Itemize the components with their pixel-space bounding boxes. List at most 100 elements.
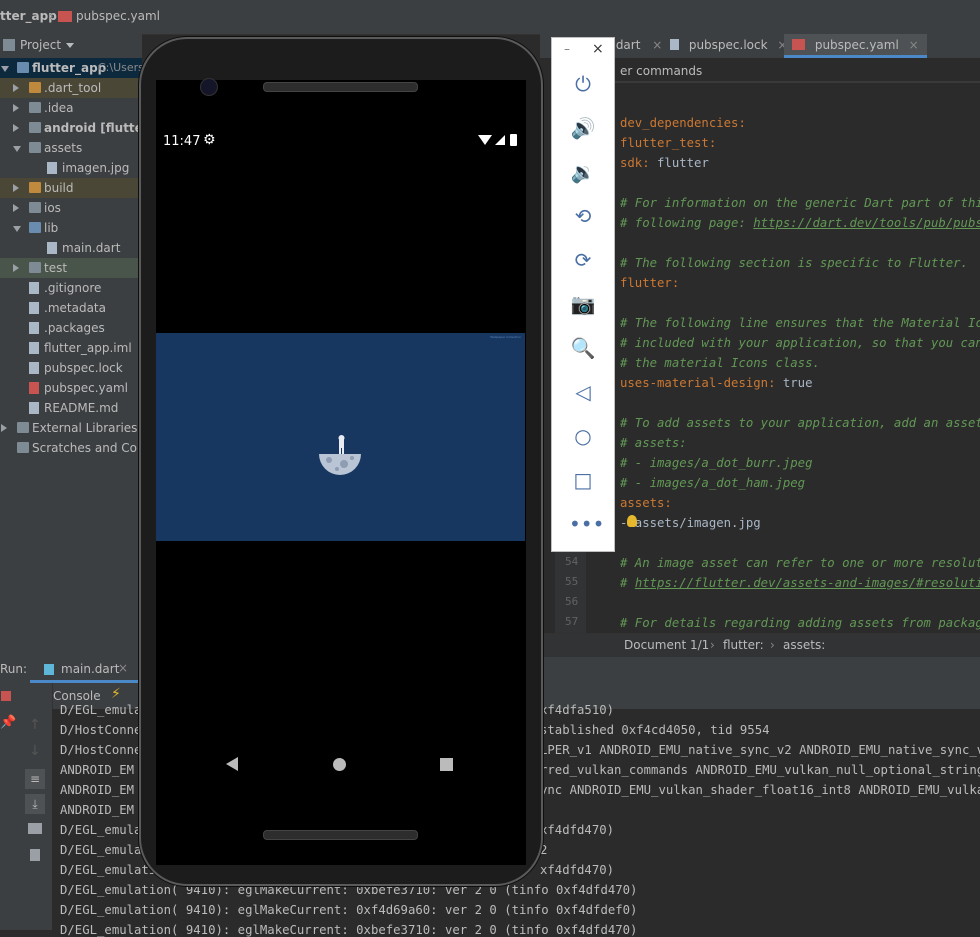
tree-item[interactable]: External Libraries (0, 418, 142, 438)
close-icon[interactable]: × (909, 38, 919, 52)
tree-item[interactable]: build (0, 178, 142, 198)
code-line[interactable]: # For information on the generic Dart pa… (620, 193, 980, 213)
stop-icon[interactable] (1, 691, 11, 701)
screenshot-button[interactable]: 📷 (569, 290, 597, 318)
code-line[interactable]: # To add assets to your application, add… (620, 413, 980, 433)
soft-wrap-icon[interactable]: ≡ (25, 769, 45, 789)
code-link[interactable]: https://flutter.dev/assets-and-images/#r… (635, 576, 980, 590)
chevron-right-icon[interactable] (13, 184, 19, 192)
tree-item[interactable]: lib (0, 218, 142, 238)
tree-item[interactable]: .gitignore (0, 278, 142, 298)
tree-item[interactable]: imagen.jpg (0, 158, 142, 178)
tree-item[interactable]: .metadata (0, 298, 142, 318)
chevron-right-icon[interactable] (13, 104, 19, 112)
tree-item[interactable]: android [flutter_ (0, 118, 142, 138)
chevron-right-icon[interactable] (13, 204, 19, 212)
breadcrumb-file[interactable]: pubspec.yaml (76, 9, 160, 23)
nav-overview-icon[interactable] (440, 758, 453, 771)
back-button[interactable]: ◁ (569, 378, 597, 406)
close-icon[interactable]: × (118, 661, 128, 675)
lightbulb-icon[interactable] (627, 515, 637, 527)
lightning-icon[interactable]: ⚡ (111, 686, 121, 702)
code-line[interactable]: - assets/imagen.jpg (620, 513, 761, 533)
more-button[interactable]: ••• (569, 510, 604, 538)
scroll-to-end-icon[interactable]: ⤓ (25, 794, 45, 814)
code-line[interactable]: sdk: flutter (620, 153, 709, 173)
volume-down-button[interactable]: 🔉 (569, 158, 597, 186)
nav-home-icon[interactable] (333, 758, 346, 771)
close-button[interactable]: × (592, 41, 604, 57)
arrow-down-icon[interactable]: ↓ (29, 743, 41, 759)
project-panel-title[interactable]: Project (20, 38, 61, 52)
code-line[interactable]: # The following line ensures that the Ma… (620, 313, 980, 333)
chevron-down-icon[interactable] (1, 66, 9, 72)
tree-item[interactable]: flutter_app.iml (0, 338, 142, 358)
zoom-button[interactable]: 🔍 (569, 334, 597, 362)
breadcrumb-document[interactable]: Document 1/1 (624, 638, 709, 652)
volume-up-button[interactable]: 🔊 (569, 114, 597, 142)
breadcrumb-flutter[interactable]: flutter: (723, 638, 764, 652)
settings-icon: ⚙ (203, 132, 216, 148)
dart-file-icon (44, 664, 54, 675)
code-line[interactable]: uses-material-design: true (620, 373, 813, 393)
tree-item[interactable]: pubspec.yaml (0, 378, 142, 398)
tree-item[interactable]: flutter_app C:\Users (0, 58, 142, 78)
tree-item[interactable]: ios (0, 198, 142, 218)
tree-item[interactable]: assets (0, 138, 142, 158)
chevron-right-icon[interactable] (13, 264, 19, 272)
code-line[interactable]: flutter_test: (620, 133, 716, 153)
code-line[interactable]: # https://flutter.dev/assets-and-images/… (620, 573, 980, 593)
console-line-tail: xf4dfa510) (540, 703, 615, 717)
tree-item[interactable]: test (0, 258, 142, 278)
rotate-left-button[interactable]: ⟲ (569, 202, 597, 230)
code-line[interactable]: # The following section is specific to F… (620, 253, 968, 273)
print-icon[interactable] (28, 823, 42, 834)
tab-pubspec-yaml[interactable]: pubspec.yaml × (784, 34, 927, 58)
chevron-down-icon[interactable] (66, 43, 74, 48)
code-link[interactable]: https://dart.dev/tools/pub/pubspec (753, 216, 980, 230)
rotate-right-button[interactable]: ⟳ (569, 246, 597, 274)
home-button[interactable]: ○ (569, 422, 597, 450)
arrow-up-icon[interactable]: ↑ (29, 717, 41, 733)
minimize-button[interactable]: – (564, 42, 570, 56)
tree-item[interactable]: main.dart (0, 238, 142, 258)
chevron-right-icon[interactable] (13, 124, 19, 132)
tab-pubspec-lock[interactable]: pubspec.lock × (670, 34, 787, 58)
file-icon (29, 382, 39, 394)
run-toolbar: 📌 ↑ ↓ ≡ ⤓ (0, 683, 53, 930)
tree-item[interactable]: README.md (0, 398, 142, 418)
code-line[interactable]: # - images/a_dot_burr.jpeg (620, 453, 813, 473)
code-line[interactable]: # assets: (620, 433, 687, 453)
code-text: flutter: (620, 276, 680, 290)
trash-icon[interactable] (30, 849, 40, 861)
close-icon[interactable]: × (652, 38, 662, 52)
pin-icon[interactable]: 📌 (0, 715, 16, 730)
console-line: D/EGL_emula (60, 843, 142, 857)
code-line[interactable]: assets: (620, 493, 672, 513)
tree-item[interactable]: .dart_tool (0, 78, 142, 98)
power-button[interactable]: ⏻ (569, 70, 597, 98)
code-line[interactable]: # For details regarding adding assets fr… (620, 613, 980, 633)
overview-button[interactable]: □ (569, 466, 597, 494)
nav-back-icon[interactable] (226, 757, 238, 771)
chevron-down-icon[interactable] (13, 226, 21, 232)
chevron-right-icon[interactable] (13, 84, 19, 92)
breadcrumb-assets[interactable]: assets: (783, 638, 825, 652)
code-line[interactable]: # - images/a_dot_ham.jpeg (620, 473, 805, 493)
tree-item[interactable]: Scratches and Conso (0, 438, 142, 458)
run-tab-label[interactable]: main.dart (61, 662, 119, 676)
tree-item[interactable]: .idea (0, 98, 142, 118)
code-line[interactable]: # the material Icons class. (620, 353, 820, 373)
code-line[interactable]: flutter: (620, 273, 679, 293)
tab-main-dart[interactable]: .dart × (612, 34, 662, 58)
file-icon (29, 322, 39, 334)
chevron-down-icon[interactable] (13, 146, 21, 152)
tree-item[interactable]: .packages (0, 318, 142, 338)
tab-console[interactable]: Console (53, 689, 101, 703)
tree-item[interactable]: pubspec.lock (0, 358, 142, 378)
code-line[interactable]: # included with your application, so tha… (620, 333, 980, 353)
code-line[interactable]: # following page: https://dart.dev/tools… (620, 213, 980, 233)
chevron-right-icon[interactable] (1, 424, 7, 432)
code-line[interactable]: dev_dependencies: (620, 113, 746, 133)
code-line[interactable]: # An image asset can refer to one or mor… (620, 553, 980, 573)
